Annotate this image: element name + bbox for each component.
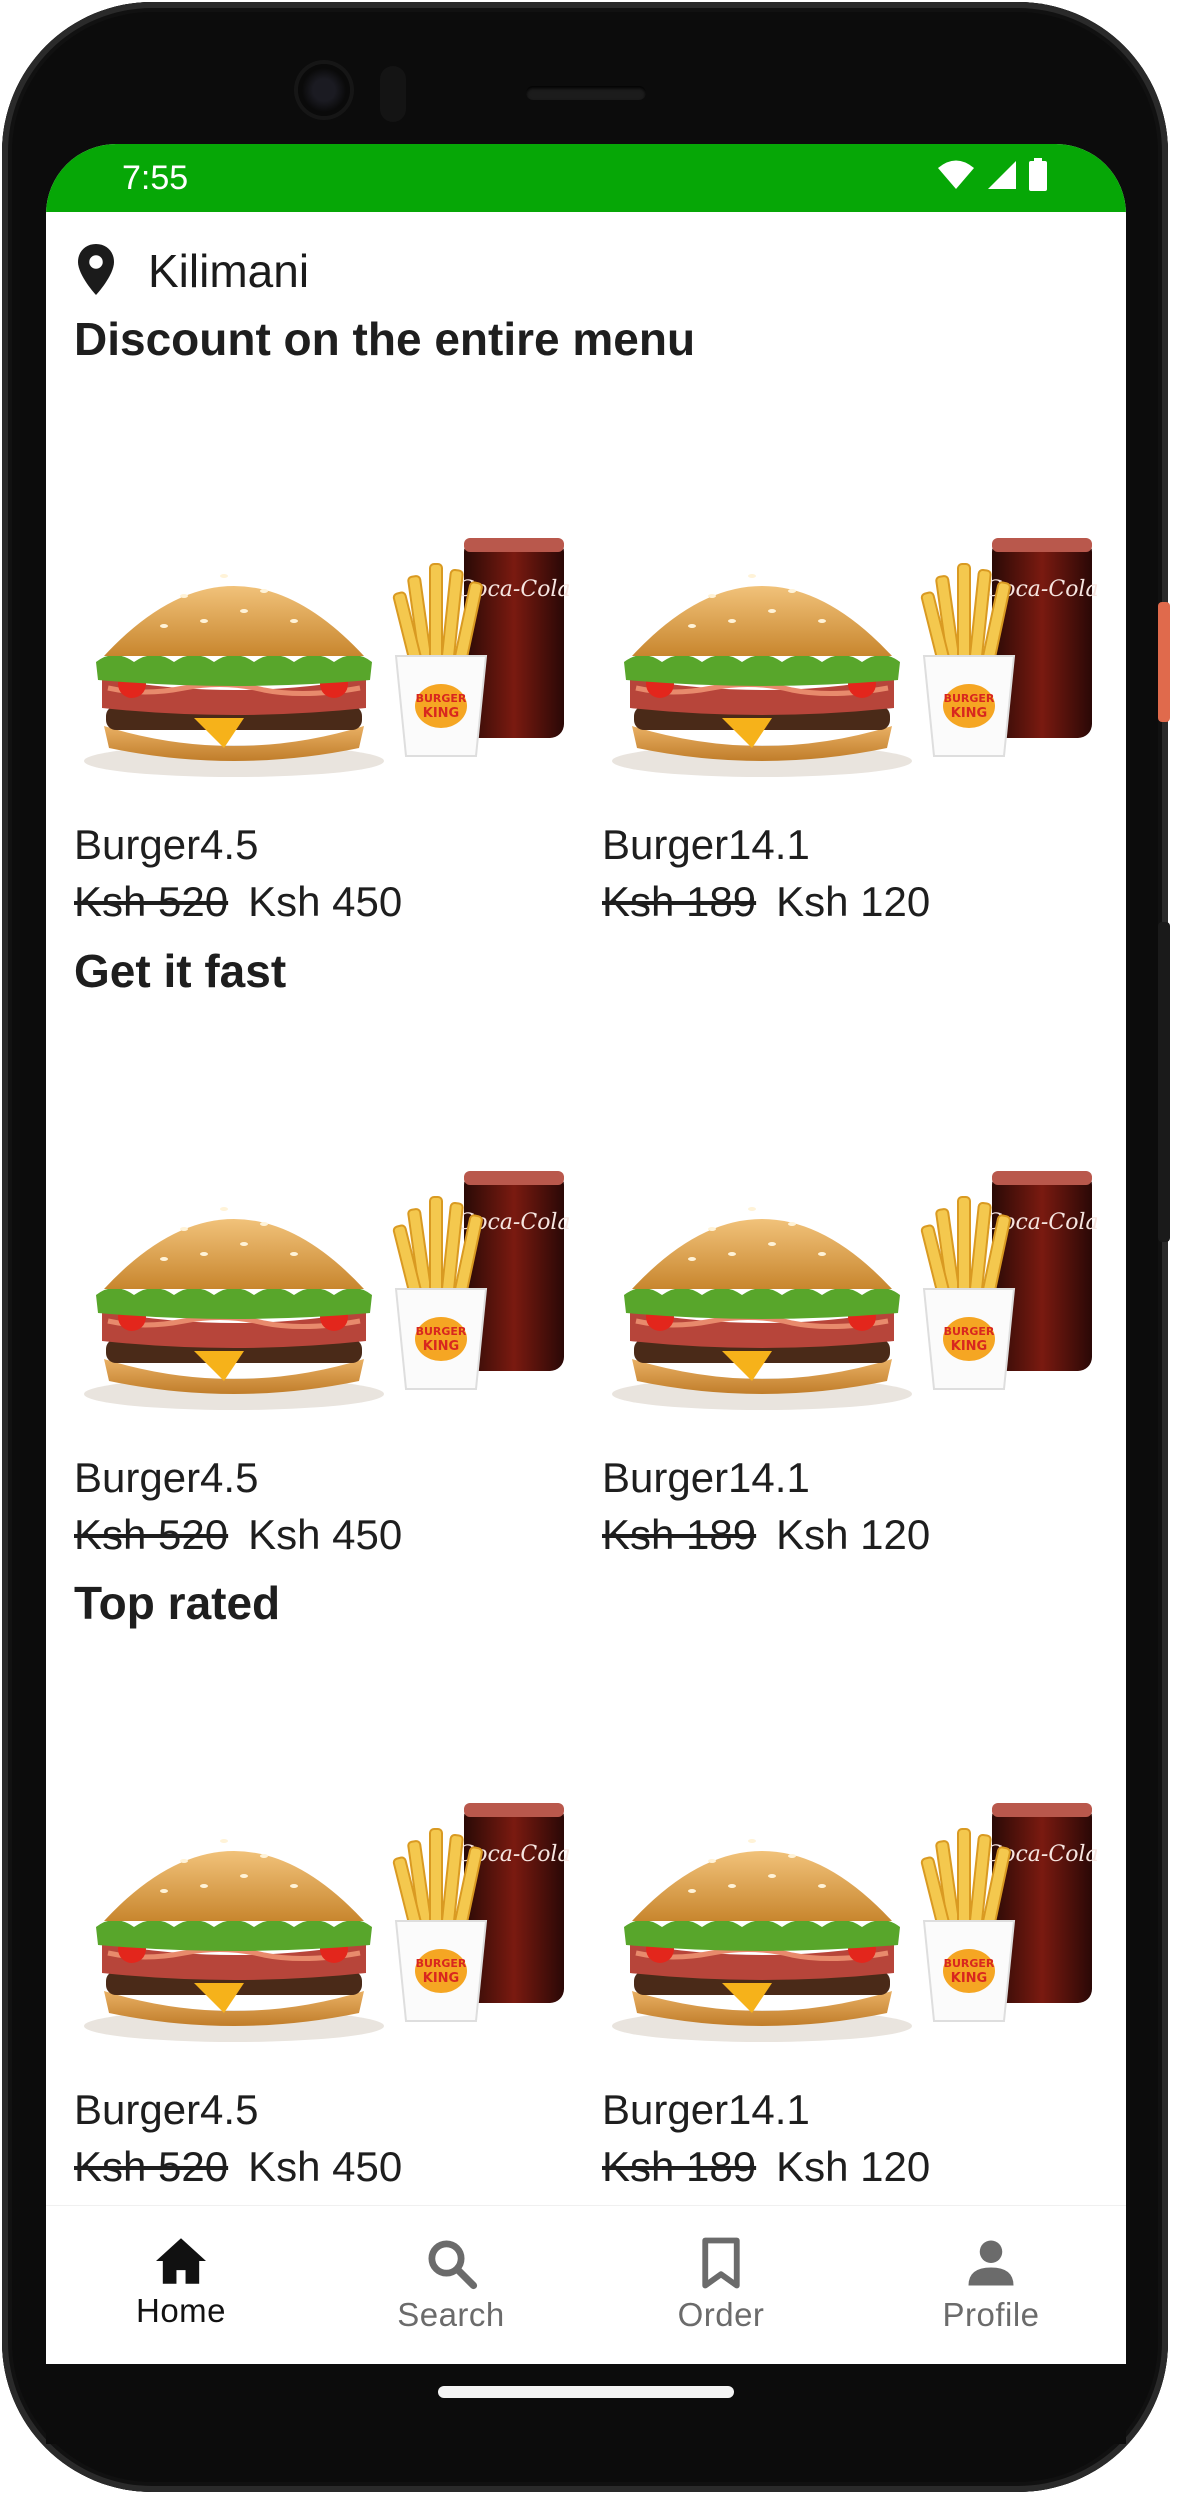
section-title: Discount on the entire menu <box>74 313 696 365</box>
new-price: Ksh 120 <box>776 1511 931 1558</box>
battery-icon <box>1029 158 1047 191</box>
nav-label: Search <box>397 2296 505 2333</box>
food-card[interactable]: Burger14.1 Ksh 189 Ksh 120 <box>602 406 1102 925</box>
gesture-bar[interactable] <box>438 2386 734 2398</box>
new-price: Ksh 450 <box>248 878 403 925</box>
new-price: Ksh 450 <box>248 1511 403 1558</box>
food-card[interactable]: Burger14.1 Ksh 189 Ksh 120 <box>602 1039 1102 1558</box>
food-name: Burger14.1 <box>602 2086 810 2133</box>
bookmark-icon <box>702 2237 740 2289</box>
app-screen: 7:55 Kilimani Discount on the entire men… <box>46 144 1126 2364</box>
earpiece-speaker <box>526 86 646 100</box>
food-card[interactable]: Burger4.5 Ksh 520 Ksh 450 <box>74 1671 574 2190</box>
food-image <box>602 1039 1102 1449</box>
old-price: Ksh 520 <box>74 2143 229 2190</box>
signal-icon <box>988 161 1016 189</box>
food-card[interactable]: Burger4.5 Ksh 520 Ksh 450 <box>74 406 574 925</box>
status-time: 7:55 <box>122 159 189 197</box>
nav-label: Order <box>677 2296 765 2333</box>
location-label: Kilimani <box>148 245 310 297</box>
nav-label: Home <box>135 2292 227 2329</box>
old-price: Ksh 189 <box>602 2143 757 2190</box>
new-price: Ksh 120 <box>776 878 931 925</box>
bottom-navigation: Home Search Order Profile <box>46 2205 1126 2364</box>
location-selector[interactable]: Kilimani <box>78 244 309 298</box>
search-icon <box>428 2240 478 2290</box>
old-price: Ksh 520 <box>74 878 229 925</box>
nav-order[interactable]: Order <box>586 2206 856 2364</box>
old-price: Ksh 520 <box>74 1511 229 1558</box>
nav-home[interactable]: Home <box>46 2206 316 2364</box>
food-image <box>74 1671 574 2081</box>
proximity-sensor <box>380 66 406 122</box>
nav-search[interactable]: Search <box>316 2206 586 2364</box>
new-price: Ksh 120 <box>776 2143 931 2190</box>
food-name: Burger14.1 <box>602 1454 810 1501</box>
person-icon <box>968 2240 1014 2286</box>
section-title: Top rated <box>74 1577 281 1629</box>
food-image <box>74 406 574 816</box>
wifi-icon <box>938 160 974 189</box>
food-image <box>602 1671 1102 2081</box>
old-price: Ksh 189 <box>602 878 757 925</box>
phone-chin <box>46 2364 1126 2444</box>
nav-profile[interactable]: Profile <box>856 2206 1126 2364</box>
power-button <box>1158 922 1170 1242</box>
volume-button <box>1158 602 1170 722</box>
status-bar: 7:55 <box>46 144 1126 212</box>
food-name: Burger4.5 <box>74 821 259 868</box>
food-name: Burger4.5 <box>74 1454 259 1501</box>
location-pin-icon <box>78 244 114 295</box>
food-card[interactable]: Burger14.1 Ksh 189 Ksh 120 <box>602 1671 1102 2190</box>
food-name: Burger4.5 <box>74 2086 259 2133</box>
home-icon <box>156 2238 206 2284</box>
new-price: Ksh 450 <box>248 2143 403 2190</box>
nav-label: Profile <box>942 2296 1040 2333</box>
food-image <box>74 1039 574 1449</box>
front-camera <box>298 64 350 116</box>
food-card[interactable]: Burger4.5 Ksh 520 Ksh 450 <box>74 1039 574 1558</box>
food-name: Burger14.1 <box>602 821 810 868</box>
food-image <box>602 406 1102 816</box>
section-title: Get it fast <box>74 945 287 997</box>
old-price: Ksh 189 <box>602 1511 757 1558</box>
